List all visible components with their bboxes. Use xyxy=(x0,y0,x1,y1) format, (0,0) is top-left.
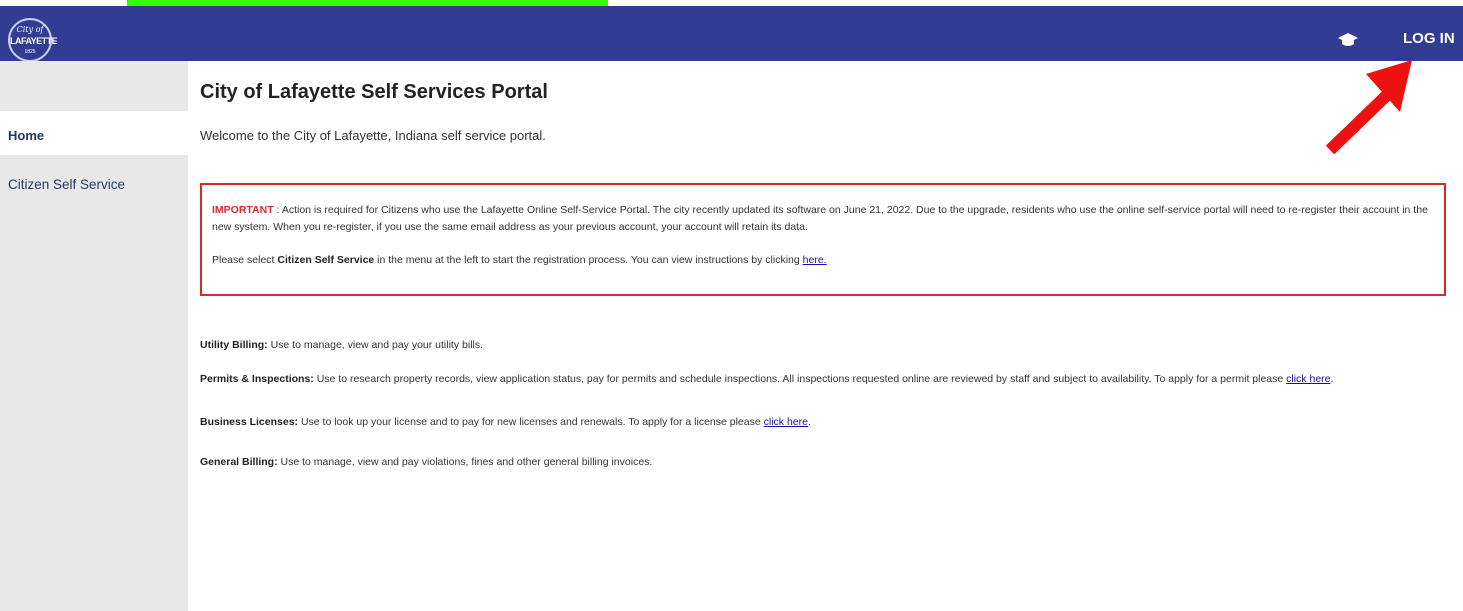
service-text: Use to manage, view and pay your utility… xyxy=(267,339,484,351)
service-name: Permits & Inspections: xyxy=(200,373,314,385)
sidebar-item-label: Home xyxy=(8,128,45,143)
login-button[interactable]: LOG IN xyxy=(1403,30,1455,47)
service-general-billing: General Billing: Use to manage, view and… xyxy=(200,456,652,468)
red-arrow-annotation xyxy=(1325,60,1412,155)
important-paragraph: IMPORTANT : Action is required for Citiz… xyxy=(212,202,1438,236)
logo-top-text: City of xyxy=(16,25,44,34)
instructions-bold: Citizen Self Service xyxy=(277,254,375,266)
sidebar-item-home[interactable]: Home xyxy=(0,111,188,155)
service-name: General Billing: xyxy=(200,456,278,468)
important-label: IMPORTANT xyxy=(212,204,274,216)
service-after: . xyxy=(1330,373,1334,385)
service-name: Utility Billing: xyxy=(200,339,268,351)
instructions-suffix: in the menu at the left to start the reg… xyxy=(374,254,803,266)
instructions-here-link[interactable]: here. xyxy=(803,254,827,266)
license-click-here-link[interactable]: click here xyxy=(764,416,808,428)
city-logo[interactable]: City of LAFAYETTE 1825 xyxy=(8,18,58,62)
service-text: Use to research property records, view a… xyxy=(313,373,1287,385)
service-after: . xyxy=(807,416,811,428)
service-text: Use to look up your license and to pay f… xyxy=(298,416,764,428)
logo-main-text: LAFAYETTE xyxy=(10,36,58,46)
registration-instructions: Please select Citizen Self Service in th… xyxy=(212,254,827,266)
service-utility-billing: Utility Billing: Use to manage, view and… xyxy=(200,339,483,351)
service-business-licenses: Business Licenses: Use to look up your l… xyxy=(200,416,811,428)
graduation-cap-icon[interactable] xyxy=(1338,32,1358,48)
instructions-prefix: Please select xyxy=(212,254,278,266)
service-text: Use to manage, view and pay violations, … xyxy=(277,456,653,468)
logo-bottom-text: 1825 xyxy=(24,49,36,55)
important-notice: IMPORTANT : Action is required for Citiz… xyxy=(200,183,1446,296)
important-text: : Action is required for Citizens who us… xyxy=(212,204,1428,233)
top-navbar: City of LAFAYETTE 1825 LOG IN xyxy=(0,6,1463,62)
service-permits-inspections: Permits & Inspections: Use to research p… xyxy=(200,373,1333,385)
permit-click-here-link[interactable]: click here xyxy=(1286,373,1330,385)
page-title: City of Lafayette Self Services Portal xyxy=(200,81,548,103)
welcome-text: Welcome to the City of Lafayette, Indian… xyxy=(200,128,546,143)
sidebar-item-citizen-self-service[interactable]: Citizen Self Service xyxy=(8,177,125,192)
service-name: Business Licenses: xyxy=(200,416,299,428)
